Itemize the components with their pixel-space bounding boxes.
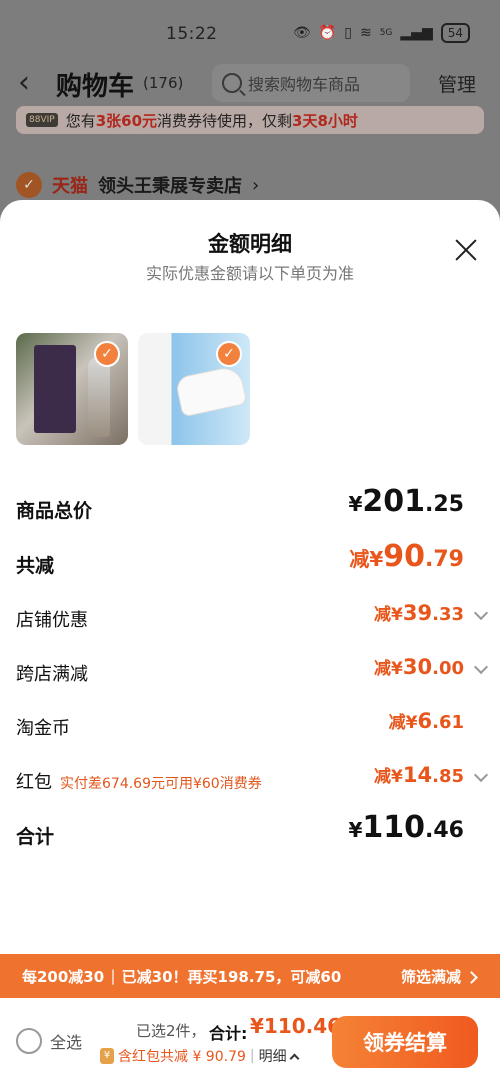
checkmark-icon: ✓ (216, 341, 242, 367)
price-row-label: 淘金币 (16, 714, 70, 740)
status-icons: 👁 ⏰ ▯ ≋ 5G ▂▄▆ 54 (293, 23, 470, 43)
close-icon[interactable] (454, 238, 478, 262)
chevron-up-icon (289, 1053, 300, 1063)
red-packet-icon: ¥ (100, 1048, 114, 1064)
alarm-icon: ⏰ (318, 25, 337, 41)
row-label-text: 合计 (16, 826, 55, 848)
price-row: 共减 减¥90.79 (16, 539, 486, 583)
microphone-image (88, 357, 110, 437)
promo-rule: 每200减30 (22, 967, 105, 986)
discount-summary[interactable]: ¥ 含红包共减 ¥ 90.79 | 明细 (100, 1046, 300, 1066)
checkout-button[interactable]: 领券结算 (332, 1016, 478, 1068)
price-row-label: 共减 (16, 551, 54, 578)
price-row[interactable]: 跨店满减 减¥30.00 (16, 652, 489, 692)
status-bar: 15:22 👁 ⏰ ▯ ≋ 5G ▂▄▆ 54 (0, 20, 500, 48)
chevron-down-icon[interactable] (473, 659, 489, 675)
cart-header: ‹ 购物车 (176) 搜索购物车商品 管理 (0, 62, 500, 106)
row-label-text: 商品总价 (16, 500, 93, 522)
row-label-text: 红包 (16, 772, 52, 793)
price-row-value: ¥110.46 (348, 810, 464, 845)
row-label-text: 共减 (16, 555, 55, 577)
price-row: 淘金币 减¥6.61 (16, 706, 486, 746)
manage-button[interactable]: 管理 (438, 70, 476, 97)
row-label-text: 店铺优惠 (16, 610, 88, 631)
search-placeholder: 搜索购物车商品 (248, 75, 361, 94)
price-row-label: 商品总价 (16, 496, 92, 523)
product-thumbnail-microphone[interactable]: ✓ (16, 333, 128, 445)
store-check-icon[interactable]: ✓ (16, 172, 42, 198)
tmall-label: 天猫 (52, 176, 88, 197)
store-name: 领头王秉展专卖店 (98, 176, 242, 197)
sheet-subtitle: 实际优惠金额请以下单页为准 (145, 264, 354, 283)
row-label-text: 淘金币 (16, 718, 70, 739)
price-row-value: 减¥14.85 (374, 763, 464, 787)
vibrate-icon: ▯ (344, 25, 352, 41)
select-all-label: 全选 (50, 1033, 83, 1052)
filter-discount-link[interactable]: 筛选满减 (401, 966, 476, 987)
promo-progress: 已减30！再买198.75，可减60 (121, 967, 342, 986)
shoe-image (174, 364, 248, 418)
network-label: 5G (379, 28, 393, 38)
promo-divider: | (110, 967, 116, 985)
price-row: 商品总价 ¥201.25 (16, 484, 486, 528)
signal-icon: ▂▄▆ (400, 25, 433, 41)
coupon-banner[interactable]: 88VIP 您有3张60元消费券待使用，仅剩3天8小时 (16, 106, 484, 134)
page-title: 购物车 (56, 72, 135, 102)
price-row-value: ¥201.25 (348, 484, 464, 519)
eye-icon: 👁 (293, 25, 311, 41)
select-all-radio[interactable] (16, 1028, 42, 1054)
back-arrow-icon[interactable]: ‹ (18, 66, 30, 100)
selected-count: 已选2件， (136, 1022, 206, 1040)
chevron-down-icon[interactable] (473, 767, 489, 783)
price-row-value: 减¥30.00 (374, 655, 464, 679)
product-box-image (34, 345, 76, 433)
price-row-label: 合计 (16, 822, 54, 849)
product-thumbnail-shoe[interactable]: ✓ (138, 333, 250, 445)
checkout-footer: 全选 已选2件， 合计: ¥110.46 ¥ 含红包共减 ¥ 90.79 | 明… (0, 998, 500, 1085)
sheet-title: 金额明细 (208, 232, 292, 256)
price-row-value: 减¥39.33 (374, 601, 464, 625)
status-time: 15:22 (166, 24, 218, 44)
coupon-text: 您有3张60元消费券待使用，仅剩3天8小时 (65, 111, 358, 130)
total-value: ¥110.46 (250, 1014, 342, 1038)
chevron-right-icon: › (252, 174, 260, 196)
row-note: 实付差674.69元可用¥60消费券 (60, 776, 262, 792)
divider: | (249, 1048, 255, 1064)
row-label-text: 跨店满减 (16, 664, 88, 685)
price-row-label: 跨店满减 (16, 660, 88, 686)
price-row-label: 店铺优惠 (16, 606, 88, 632)
checkmark-icon: ✓ (94, 341, 120, 367)
chevron-down-icon[interactable] (473, 605, 489, 621)
price-row: 合计 ¥110.46 (16, 810, 486, 854)
promo-bar[interactable]: 每200减30 | 已减30！再买198.75，可减60 筛选满减 (0, 954, 500, 998)
vip-badge: 88VIP (26, 113, 58, 127)
product-thumbnails: ✓ ✓ (16, 333, 250, 445)
search-input[interactable]: 搜索购物车商品 (212, 64, 410, 102)
total-label: 合计: (209, 1024, 248, 1043)
search-icon (222, 73, 242, 93)
price-row[interactable]: 店铺优惠 减¥39.33 (16, 598, 489, 638)
store-header[interactable]: ✓ 天猫 领头王秉展专卖店 › (16, 172, 259, 198)
price-row[interactable]: 红包 实付差674.69元可用¥60消费券 减¥14.85 (16, 760, 489, 800)
amount-detail-sheet: 金额明细 实际优惠金额请以下单页为准 ✓ ✓ 商品总价 ¥201.25 共减 减¥90… (0, 200, 500, 1085)
detail-toggle[interactable]: 明细 (259, 1046, 287, 1066)
discount-text: 含红包共减 ¥ 90.79 (118, 1049, 246, 1065)
price-row-value: 减¥6.61 (388, 709, 464, 733)
price-row-value: 减¥90.79 (349, 539, 464, 574)
select-all-toggle[interactable]: 全选 (16, 1028, 82, 1054)
battery-icon: 54 (440, 23, 470, 43)
wifi-icon: ≋ (359, 25, 372, 41)
price-row-label: 红包 实付差674.69元可用¥60消费券 (16, 768, 262, 794)
cart-count: (176) (143, 74, 184, 92)
